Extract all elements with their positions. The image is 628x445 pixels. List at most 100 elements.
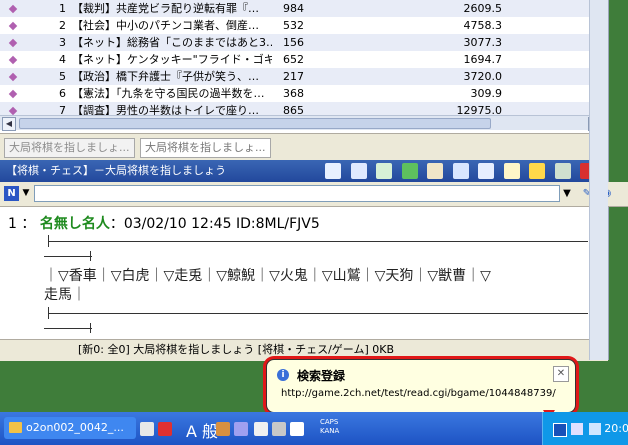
bookmark-icon[interactable] (427, 163, 443, 179)
close-icon[interactable]: ✕ (553, 366, 569, 382)
scroll-left-icon[interactable]: ◀ (2, 117, 16, 131)
board-line (44, 328, 92, 329)
settings-icon[interactable] (290, 422, 304, 436)
board-line (48, 241, 588, 242)
document-icon[interactable] (350, 163, 367, 179)
status-text: [新0: 全0] 大局将棋を指しましょう [将棋・チェス/ゲーム] 0KB (78, 343, 394, 356)
message-meta: ：03/02/10 12:45 ID:8ML/FJV5 (109, 216, 320, 232)
balloon-url[interactable]: http://game.2ch.net/test/read.cgi/bgame/… (281, 388, 556, 399)
thread-row[interactable]: 6 【憲法】「九条を守る国民の過半数を… 368 309.9 (0, 85, 590, 102)
scroll-thumb[interactable] (19, 118, 491, 129)
app-icon[interactable] (158, 422, 172, 436)
thread-speed: 1694.7 (463, 53, 503, 66)
n-icon[interactable]: N (4, 186, 19, 201)
message-vscrollbar[interactable] (589, 0, 608, 360)
thread-title: 【将棋・チェス】－大局将棋を指しましょう (6, 164, 226, 177)
board-line-text: ｜▽香車｜▽白虎｜▽走兎｜▽鯨鯢｜▽火鬼｜▽山鷲｜▽天狗｜▽獣曹｜▽ (44, 268, 491, 284)
new-icon (8, 38, 18, 48)
thread-title: 【調査】男性の半数はトイレで座り… (72, 104, 259, 115)
reload-icon[interactable] (376, 163, 392, 179)
thread-message-area: 1 ： 名無し名人：03/02/10 12:45 ID:8ML/FJV5 ｜▽香… (0, 207, 608, 339)
thread-count: 217 (283, 70, 304, 83)
volume-icon[interactable] (589, 423, 601, 435)
dropdown-icon[interactable]: ▼ (558, 185, 576, 203)
caps-kana-indicator: CAPS KANA (320, 418, 340, 435)
trash-icon[interactable] (554, 163, 571, 179)
address-input[interactable] (34, 185, 560, 202)
thread-count: 532 (283, 19, 304, 32)
help-icon[interactable] (272, 422, 286, 436)
search-icon[interactable] (478, 163, 494, 179)
board-line (44, 256, 92, 257)
thread-speed: 309.9 (470, 87, 503, 100)
thread-title: 【憲法】「九条を守る国民の過半数を… (72, 87, 265, 100)
ime-mode[interactable]: A 般 (186, 418, 218, 442)
search-tray-icon[interactable] (553, 423, 567, 437)
star-icon[interactable] (529, 163, 545, 179)
thread-title: 【政治】橋下弁護士『子供が笑う、… (72, 70, 259, 83)
thread-count: 865 (283, 104, 304, 115)
thread-speed: 4758.3 (463, 19, 503, 32)
task-label: o2on002_0042_... (26, 421, 124, 434)
pen-icon[interactable] (452, 163, 469, 179)
tool-icon[interactable] (234, 422, 248, 436)
thread-speed: 3720.0 (463, 70, 503, 83)
board-line-text: 走馬｜ (44, 287, 86, 303)
board-line (90, 323, 91, 333)
thread-row[interactable]: 3 【ネット】総務省「このままではあと3… 156 3077.3 (0, 34, 590, 51)
balloon-title: 検索登録 (297, 369, 346, 383)
dictionary-icon[interactable] (216, 422, 230, 436)
thread-list-hscrollbar[interactable]: ◀ ▶ (0, 115, 608, 131)
refresh-icon[interactable] (401, 163, 418, 179)
address-bar: N ▼ ▼ ✎ ◉ (0, 182, 628, 207)
board-line (48, 235, 49, 247)
thread-title: 【裁判】共産党ビラ配り逆転有罪『… (72, 2, 259, 15)
info-icon: i (277, 369, 289, 381)
pen-icon[interactable] (254, 422, 268, 436)
tab-thread-1[interactable]: 大局将棋を指しましょ... (4, 138, 135, 158)
taskbar-button[interactable]: o2on002_0042_... (4, 417, 136, 439)
thread-row[interactable]: 7 【調査】男性の半数はトイレで座り… 865 12975.0 (0, 102, 590, 115)
thread-row[interactable]: 2 【社会】中小のパチンコ業者、倒産… 532 4758.3 (0, 17, 590, 34)
keyboard-icon[interactable] (140, 422, 154, 436)
thread-number: 7 (59, 104, 66, 115)
thread-row[interactable]: 1 【裁判】共産党ビラ配り逆転有罪『… 984 2609.5 (0, 0, 590, 17)
search-register-balloon[interactable]: i 検索登録 ✕ http://game.2ch.net/test/read.c… (266, 359, 576, 413)
browser-window: 1 【裁判】共産党ビラ配り逆転有罪『… 984 2609.5 2 【社会】中小の… (0, 0, 628, 361)
message-header: 1 ： 名無し名人：03/02/10 12:45 ID:8ML/FJV5 (8, 216, 320, 232)
thread-title: 【ネット】ケンタッキー"フライド・ゴキ… (72, 53, 272, 66)
network-icon[interactable] (571, 423, 583, 435)
thread-number: 6 (59, 87, 66, 100)
thread-title: 【社会】中小のパチンコ業者、倒産… (72, 19, 259, 32)
thread-number: 3 (59, 36, 66, 49)
poster-name[interactable]: 名無し名人 (40, 216, 110, 232)
system-tray: 20:0 (542, 412, 628, 445)
new-icon (8, 4, 18, 14)
thread-speed: 12975.0 (456, 104, 503, 115)
new-icon (8, 89, 18, 99)
thread-title-bar: 【将棋・チェス】－大局将棋を指しましょう (0, 160, 608, 182)
new-icon (8, 106, 18, 115)
thread-count: 984 (283, 2, 304, 15)
thread-row[interactable]: 5 【政治】橋下弁護士『子供が笑う、… 217 3720.0 (0, 68, 590, 85)
thread-speed: 2609.5 (463, 2, 503, 15)
folder-icon (9, 422, 22, 433)
chevron-down-icon[interactable]: ▼ (21, 186, 31, 201)
thread-number: 4 (59, 53, 66, 66)
new-icon (8, 72, 18, 82)
status-bar: [新0: 全0] 大局将棋を指しましょう [将棋・チェス/ゲーム] 0KB (0, 339, 608, 361)
taskbar: o2on002_0042_... A 般 CAPS KANA 20:0 (0, 412, 628, 445)
board-line (48, 313, 588, 314)
thread-number: 5 (59, 70, 66, 83)
tab-thread-2[interactable]: 大局将棋を指しましょ... (140, 138, 271, 158)
clock[interactable]: 20:0 (604, 422, 628, 435)
new-icon (8, 55, 18, 65)
thread-tabs: 大局将棋を指しましょ... 大局将棋を指しましょ... (0, 133, 608, 160)
thread-row[interactable]: 4 【ネット】ケンタッキー"フライド・ゴキ… 652 1694.7 (0, 51, 590, 68)
thread-number: 2 (59, 19, 66, 32)
note-icon[interactable] (503, 163, 520, 179)
thread-list[interactable]: 1 【裁判】共産党ビラ配り逆転有罪『… 984 2609.5 2 【社会】中小の… (0, 0, 590, 115)
thread-count: 652 (283, 53, 304, 66)
thread-count: 368 (283, 87, 304, 100)
clock-icon[interactable] (325, 163, 341, 179)
